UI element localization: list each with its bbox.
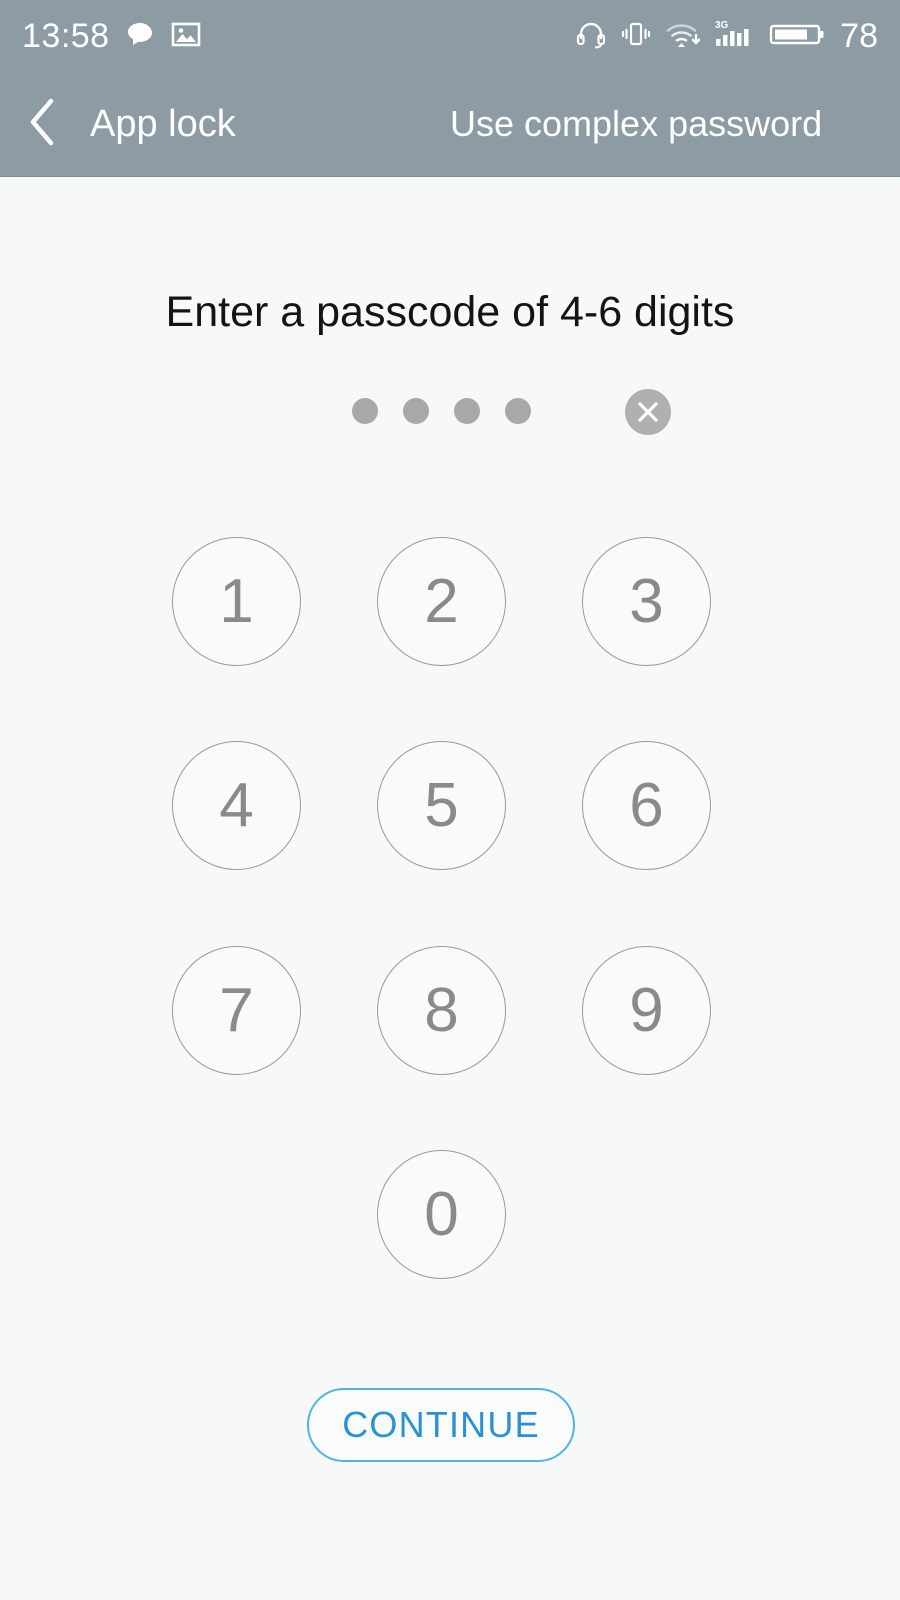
status-bar-left: 13:58 bbox=[22, 18, 202, 55]
chevron-left-icon bbox=[23, 95, 63, 154]
back-button[interactable] bbox=[0, 72, 86, 177]
svg-text:3G: 3G bbox=[715, 20, 729, 31]
passcode-screen: Enter a passcode of 4-6 digits 1 2 3 4 5… bbox=[0, 177, 900, 1600]
photo-icon bbox=[170, 18, 202, 55]
keypad-key-0[interactable]: 0 bbox=[377, 1150, 506, 1279]
battery-percent: 78 bbox=[840, 17, 878, 55]
page-title: App lock bbox=[90, 102, 236, 145]
3g-signal-icon: 3G bbox=[714, 18, 756, 55]
battery-icon bbox=[769, 18, 825, 55]
keypad-key-9[interactable]: 9 bbox=[582, 946, 711, 1075]
continue-button[interactable]: CONTINUE bbox=[307, 1388, 575, 1462]
keypad-key-5[interactable]: 5 bbox=[377, 741, 506, 870]
phone-screen: 13:58 3G 78 App lock Use complex passwor… bbox=[0, 0, 900, 1600]
keypad-key-2[interactable]: 2 bbox=[377, 537, 506, 666]
status-bar: 13:58 3G 78 bbox=[0, 0, 900, 72]
headset-icon bbox=[575, 18, 607, 55]
keypad-key-3[interactable]: 3 bbox=[582, 537, 711, 666]
numeric-keypad: 1 2 3 4 5 6 7 8 9 0 bbox=[0, 177, 900, 1600]
status-clock: 13:58 bbox=[22, 17, 110, 55]
keypad-key-6[interactable]: 6 bbox=[582, 741, 711, 870]
vibrate-icon bbox=[620, 18, 652, 55]
app-bar: App lock Use complex password bbox=[0, 72, 900, 177]
status-bar-right: 3G 78 bbox=[575, 18, 878, 55]
keypad-key-1[interactable]: 1 bbox=[172, 537, 301, 666]
wifi-download-icon bbox=[665, 18, 701, 55]
message-bubble-icon bbox=[124, 18, 156, 55]
keypad-key-7[interactable]: 7 bbox=[172, 946, 301, 1075]
keypad-key-8[interactable]: 8 bbox=[377, 946, 506, 1075]
keypad-key-4[interactable]: 4 bbox=[172, 741, 301, 870]
use-complex-password-button[interactable]: Use complex password bbox=[450, 103, 822, 145]
